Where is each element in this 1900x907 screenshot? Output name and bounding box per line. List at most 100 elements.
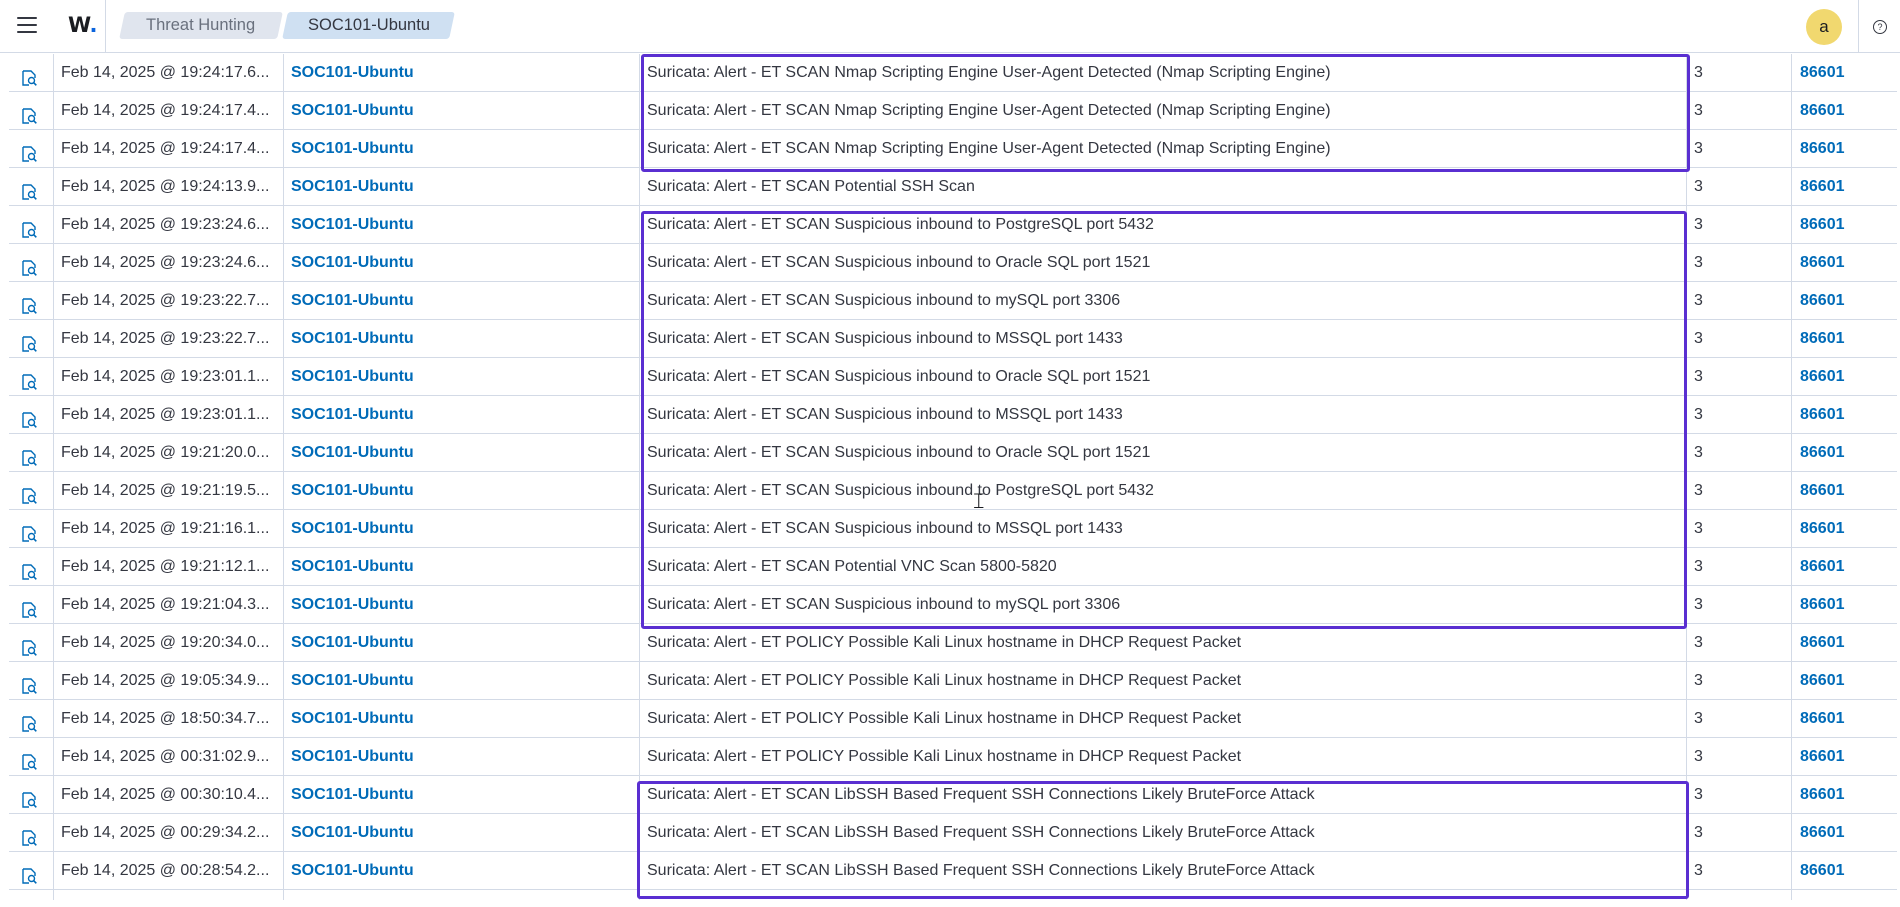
inspect-document-icon[interactable] xyxy=(20,444,38,466)
timestamp-cell: Feb 14, 2025 @ 19:05:34.9... xyxy=(53,662,283,699)
table-row: Feb 14, 2025 @ 18:50:34.7... SOC101-Ubunt… xyxy=(9,700,1897,738)
agent-name-link[interactable]: SOC101-Ubuntu xyxy=(283,472,639,509)
agent-name-link[interactable]: SOC101-Ubuntu xyxy=(283,624,639,661)
rule-id-link[interactable]: 86601 xyxy=(1791,814,1897,851)
agent-name-link[interactable]: SOC101-Ubuntu xyxy=(283,54,639,91)
agent-name-link[interactable]: SOC101-Ubuntu xyxy=(283,206,639,243)
rule-id-link[interactable]: 86601 xyxy=(1791,548,1897,585)
row-actions-cell xyxy=(9,472,53,509)
app-logo[interactable]: W. xyxy=(68,13,97,37)
breadcrumb-agent[interactable]: SOC101-Ubuntu xyxy=(282,12,455,39)
agent-name-link[interactable]: SOC101-Ubuntu xyxy=(283,92,639,129)
agent-name-link[interactable]: SOC101-Ubuntu xyxy=(283,434,639,471)
inspect-document-icon[interactable] xyxy=(20,862,38,884)
inspect-document-icon[interactable] xyxy=(20,140,38,162)
rule-description-cell: Suricata: Alert - ET SCAN Potential SSH … xyxy=(639,168,1686,205)
rule-id-link[interactable]: 86601 xyxy=(1791,738,1897,775)
inspect-document-icon[interactable] xyxy=(20,64,38,86)
inspect-document-icon[interactable] xyxy=(20,178,38,200)
help-circle-icon[interactable]: ? xyxy=(1873,20,1887,34)
rule-id-link[interactable]: 86601 xyxy=(1791,358,1897,395)
agent-name-link[interactable]: SOC101-Ubuntu xyxy=(283,168,639,205)
agent-name-link[interactable]: SOC101-Ubuntu xyxy=(283,244,639,281)
timestamp-cell: Feb 14, 2025 @ 19:23:22.7... xyxy=(53,282,283,319)
rule-description-cell: Suricata: Alert - ET POLICY Possible Kal… xyxy=(639,624,1686,661)
hamburger-menu-icon[interactable] xyxy=(17,17,37,35)
rule-id-link[interactable]: 86601 xyxy=(1791,852,1897,889)
inspect-document-icon[interactable] xyxy=(20,102,38,124)
inspect-document-icon[interactable] xyxy=(20,558,38,580)
user-avatar[interactable]: a xyxy=(1806,9,1842,45)
rule-id-link[interactable]: 86601 xyxy=(1791,586,1897,623)
timestamp-cell: Feb 14, 2025 @ 19:23:22.7... xyxy=(53,320,283,357)
rule-id-link[interactable]: 86601 xyxy=(1791,700,1897,737)
rule-id-link[interactable]: 86601 xyxy=(1791,54,1897,91)
rule-id-link[interactable]: 86601 xyxy=(1791,396,1897,433)
rule-id-link[interactable]: 86601 xyxy=(1791,282,1897,319)
rule-id-link[interactable]: 86601 xyxy=(1791,320,1897,357)
rule-id-link[interactable]: 86601 xyxy=(1791,92,1897,129)
agent-name-link[interactable]: SOC101-Ubuntu xyxy=(283,586,639,623)
agent-name-link[interactable]: SOC101-Ubuntu xyxy=(283,282,639,319)
top-header: W. Threat Hunting SOC101-Ubuntu a ? xyxy=(0,0,1900,53)
agent-name-link[interactable]: SOC101-Ubuntu xyxy=(283,738,639,775)
rule-id-link[interactable]: 86601 xyxy=(1791,776,1897,813)
timestamp-cell: Feb 14, 2025 @ 19:24:13.9... xyxy=(53,168,283,205)
rule-level-cell: 3 xyxy=(1686,282,1791,319)
agent-name-link[interactable]: SOC101-Ubuntu xyxy=(283,814,639,851)
rule-level-cell: 3 xyxy=(1686,776,1791,813)
rule-level-cell: 3 xyxy=(1686,396,1791,433)
breadcrumb-label: SOC101-Ubuntu xyxy=(307,16,430,34)
timestamp-cell: Feb 14, 2025 @ 18:50:34.7... xyxy=(53,700,283,737)
rule-id-link[interactable]: 86601 xyxy=(1791,624,1897,661)
inspect-document-icon[interactable] xyxy=(20,330,38,352)
rule-id-link[interactable]: 86601 xyxy=(1791,206,1897,243)
inspect-document-icon[interactable] xyxy=(20,824,38,846)
agent-name-link[interactable]: SOC101-Ubuntu xyxy=(283,776,639,813)
agent-name-link[interactable]: SOC101-Ubuntu xyxy=(283,662,639,699)
rule-id-link[interactable]: 86601 xyxy=(1791,168,1897,205)
breadcrumb-threat-hunting[interactable]: Threat Hunting xyxy=(119,12,283,39)
agent-name-link[interactable]: SOC101-Ubuntu xyxy=(283,130,639,167)
inspect-document-icon[interactable] xyxy=(20,406,38,428)
rule-description-cell: Suricata: Alert - ET POLICY Possible Kal… xyxy=(639,662,1686,699)
row-actions-cell xyxy=(9,548,53,585)
row-actions-cell xyxy=(9,852,53,889)
agent-name-link[interactable]: SOC101-Ubuntu xyxy=(283,358,639,395)
row-actions-cell xyxy=(9,890,53,900)
timestamp-cell: Feb 14, 2025 @ 00:31:02.9... xyxy=(53,738,283,775)
inspect-document-icon[interactable] xyxy=(20,710,38,732)
inspect-document-icon[interactable] xyxy=(20,216,38,238)
agent-name-link[interactable]: SOC101-Ubuntu xyxy=(283,548,639,585)
timestamp-cell: Feb 14, 2025 @ 19:24:17.6... xyxy=(53,54,283,91)
rule-id-link[interactable]: 86601 xyxy=(1791,130,1897,167)
row-actions-cell xyxy=(9,320,53,357)
agent-name-link[interactable]: SOC101-Ubuntu xyxy=(283,320,639,357)
inspect-document-icon[interactable] xyxy=(20,786,38,808)
inspect-document-icon[interactable] xyxy=(20,254,38,276)
rule-id-link[interactable]: 86601 xyxy=(1791,244,1897,281)
rule-level-cell: 3 xyxy=(1686,244,1791,281)
rule-id-link[interactable]: 86601 xyxy=(1791,510,1897,547)
row-actions-cell xyxy=(9,510,53,547)
rule-id-link[interactable]: 86601 xyxy=(1791,472,1897,509)
table-row: Feb 14, 2025 @ 19:24:13.9... SOC101-Ubunt… xyxy=(9,168,1897,206)
rule-id-link[interactable]: 86601 xyxy=(1791,434,1897,471)
inspect-document-icon[interactable] xyxy=(20,520,38,542)
agent-name-link[interactable]: SOC101-Ubuntu xyxy=(283,396,639,433)
inspect-document-icon[interactable] xyxy=(20,748,38,770)
inspect-document-icon[interactable] xyxy=(20,292,38,314)
breadcrumb-label: Threat Hunting xyxy=(146,16,256,34)
agent-name-link[interactable]: SOC101-Ubuntu xyxy=(283,700,639,737)
inspect-document-icon[interactable] xyxy=(20,596,38,618)
rule-id-link[interactable]: 86601 xyxy=(1791,662,1897,699)
inspect-document-icon[interactable] xyxy=(20,672,38,694)
row-actions-cell xyxy=(9,358,53,395)
table-row: Feb 14, 2025 @ 19:20:34.0... SOC101-Ubunt… xyxy=(9,624,1897,662)
inspect-document-icon[interactable] xyxy=(20,368,38,390)
highlight-box-port-scan xyxy=(641,211,1687,629)
agent-name-link[interactable]: SOC101-Ubuntu xyxy=(283,510,639,547)
agent-name-link[interactable]: SOC101-Ubuntu xyxy=(283,852,639,889)
inspect-document-icon[interactable] xyxy=(20,634,38,656)
inspect-document-icon[interactable] xyxy=(20,482,38,504)
